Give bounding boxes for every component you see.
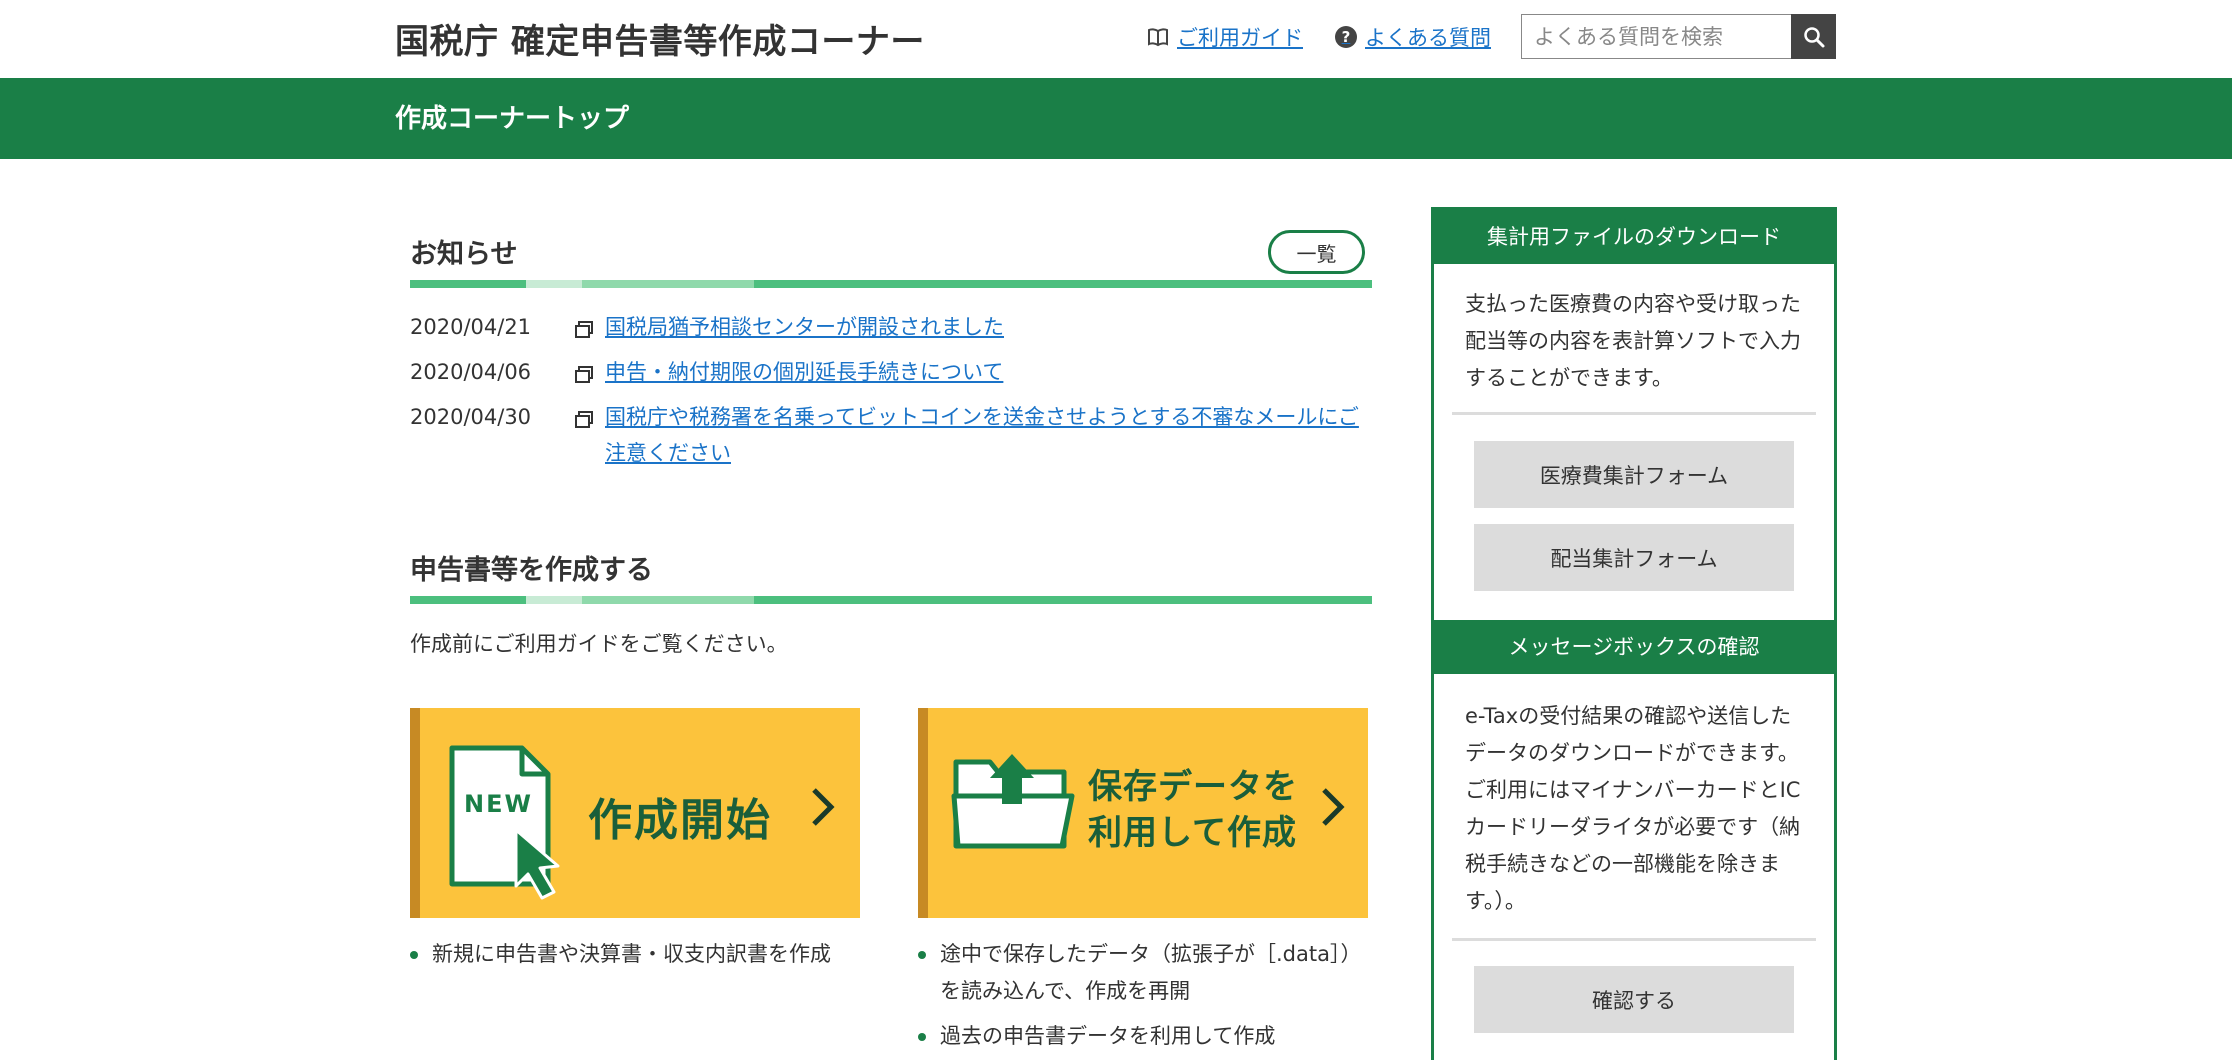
sidebar: 集計用ファイルのダウンロード 支払った医療費の内容や受け取った配当等の内容を表計… (1431, 207, 1837, 1060)
nav-title: 作成コーナートップ (395, 104, 630, 134)
list-item: 新規に申告書や決算書・収支内訳書を作成 (410, 936, 870, 973)
download-heading: 集計用ファイルのダウンロード (1434, 210, 1834, 264)
new-window-icon (575, 366, 593, 383)
search-input[interactable] (1521, 14, 1791, 59)
divider (1452, 412, 1816, 415)
dividend-form-button[interactable]: 配当集計フォーム (1474, 524, 1794, 591)
news-date: 2020/04/21 (410, 315, 532, 339)
list-item: 途中で保存したデータ（拡張子が［.data］）を読み込んで、作成を再開 (918, 936, 1378, 1010)
news-heading-bar (410, 280, 1372, 288)
new-badge: NEW (464, 790, 533, 818)
load-saved-data-button[interactable]: 保存データを 利用して作成 (918, 708, 1368, 918)
book-icon (1148, 28, 1168, 47)
news-link[interactable]: 国税局猶予相談センターが開設されました (605, 309, 1365, 345)
load-saved-data-label: 保存データを 利用して作成 (1088, 767, 1298, 853)
news-link[interactable]: 申告・納付期限の個別延長手続きについて (605, 354, 1365, 390)
news-link[interactable]: 国税庁や税務署を名乗ってビットコインを送金させようとする不審なメールにご注意くだ… (605, 399, 1365, 471)
folder-upload-icon (951, 754, 1075, 849)
download-description: 支払った医療費の内容や受け取った配当等の内容を表計算ソフトで入力することができま… (1465, 292, 1801, 390)
search-icon (1803, 26, 1824, 47)
chevron-right-icon (812, 788, 835, 826)
faq-link-label: よくある質問 (1365, 26, 1491, 50)
create-heading-bar (410, 596, 1372, 604)
search-button[interactable] (1791, 14, 1836, 59)
medical-form-button[interactable]: 医療費集計フォーム (1474, 441, 1794, 508)
messagebox-description: e-Taxの受付結果の確認や送信したデータのダウンロードができます。ご利用にはマ… (1465, 704, 1801, 913)
nav-bar: 作成コーナートップ (0, 78, 2232, 159)
new-window-icon (575, 411, 593, 428)
confirm-button[interactable]: 確認する (1474, 966, 1794, 1033)
new-document-icon (449, 745, 560, 900)
question-icon: ? (1335, 26, 1357, 48)
start-new-button[interactable]: NEW 作成開始 (410, 708, 860, 918)
chevron-right-icon (1322, 788, 1345, 826)
guide-link[interactable]: ご利用ガイド (1147, 22, 1303, 52)
news-date: 2020/04/06 (410, 360, 532, 384)
messagebox-heading: メッセージボックスの確認 (1434, 620, 1834, 674)
news-date: 2020/04/30 (410, 405, 532, 429)
new-window-icon (575, 321, 593, 338)
site-title[interactable]: 国税庁 確定申告書等作成コーナー (395, 14, 925, 63)
start-new-description: 新規に申告書や決算書・収支内訳書を作成 (410, 936, 870, 981)
create-heading: 申告書等を作成する (410, 555, 653, 586)
news-list-button[interactable]: 一覧 (1268, 230, 1365, 274)
list-item: 過去の申告書データを利用して作成 (918, 1018, 1378, 1055)
site-header: 国税庁 確定申告書等作成コーナー ご利用ガイド ? よくある質問 (0, 0, 2232, 78)
create-intro: 作成前にご利用ガイドをご覧ください。 (410, 632, 788, 656)
guide-link-label: ご利用ガイド (1177, 26, 1303, 50)
faq-link[interactable]: ? よくある質問 (1335, 22, 1491, 52)
divider (1452, 938, 1816, 941)
news-heading: お知らせ (410, 239, 518, 270)
load-saved-description: 途中で保存したデータ（拡張子が［.data］）を読み込んで、作成を再開 過去の申… (918, 936, 1378, 1060)
start-new-label: 作成開始 (588, 795, 772, 846)
